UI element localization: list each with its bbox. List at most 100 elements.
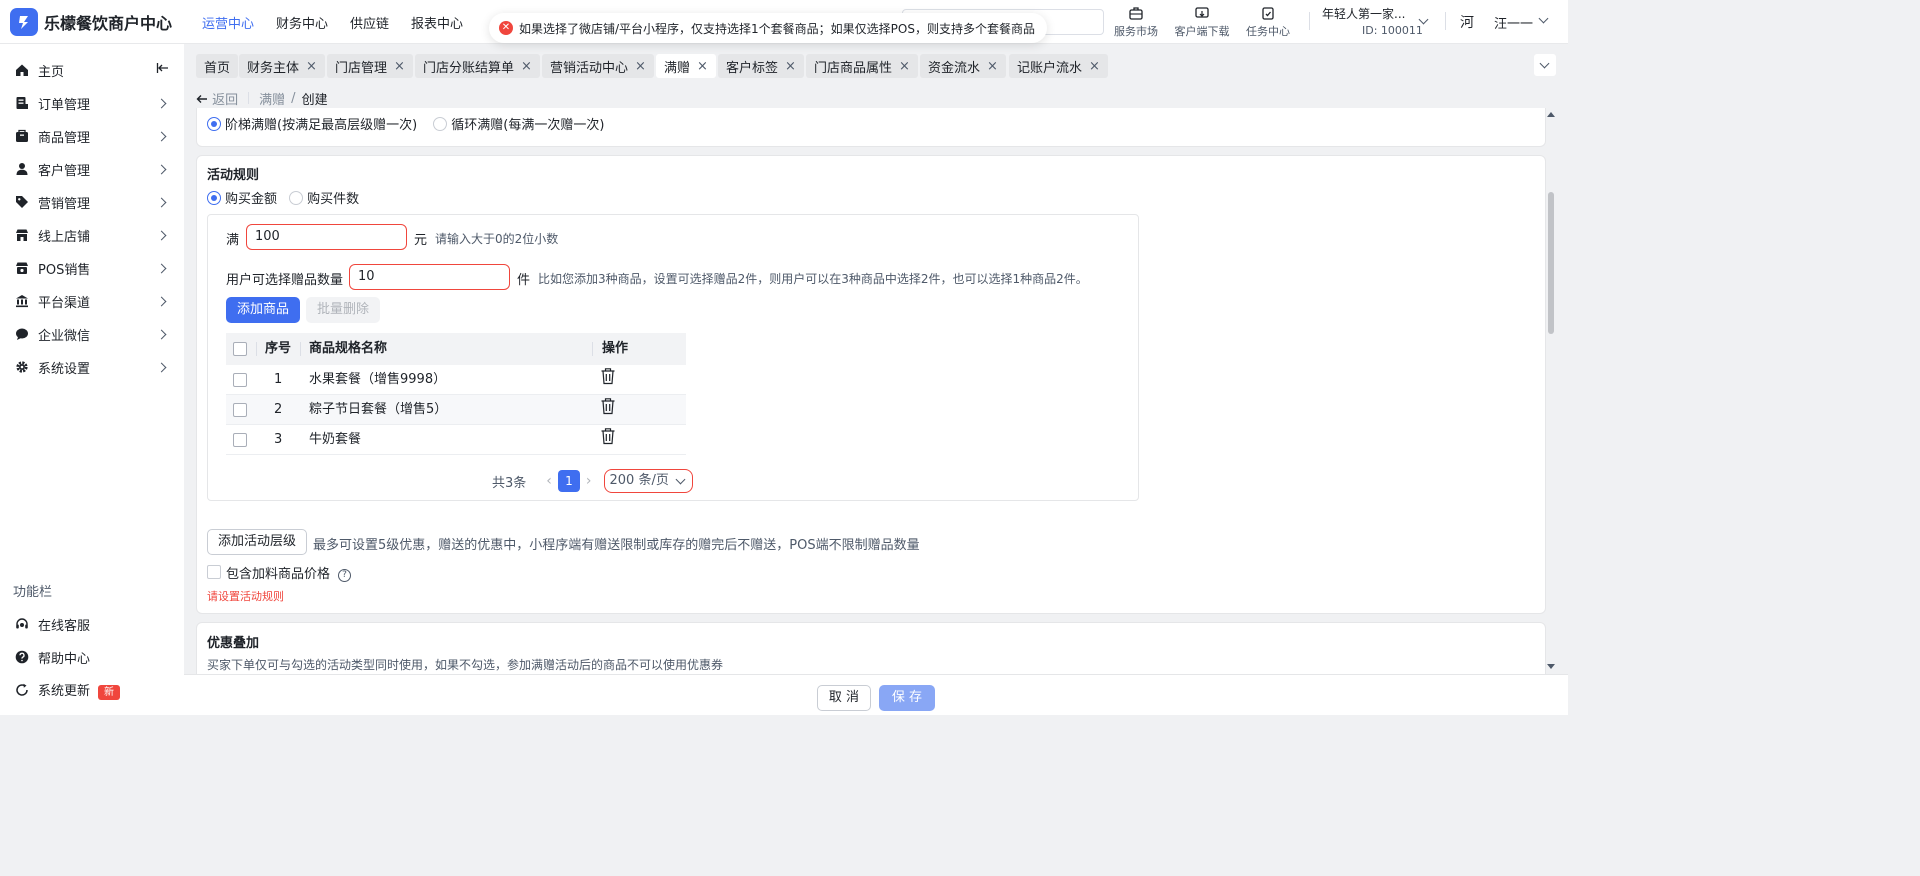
close-icon[interactable]: × bbox=[306, 59, 317, 74]
sidebar-item-help-center[interactable]: 帮助中心 bbox=[0, 643, 184, 671]
row-checkbox[interactable] bbox=[233, 403, 247, 417]
back-button[interactable]: 返回 bbox=[196, 89, 238, 108]
row-checkbox[interactable] bbox=[233, 433, 247, 447]
sidebar-item-system-update[interactable]: 系统更新新 bbox=[0, 676, 184, 704]
pagination-next-button[interactable]: › bbox=[586, 473, 592, 489]
sidebar-item-label: 营销管理 bbox=[38, 196, 91, 212]
tab-finance-entity[interactable]: 财务主体 × bbox=[239, 54, 325, 78]
radio-label: 购买金额 bbox=[225, 192, 278, 207]
row-index: 2 bbox=[274, 402, 283, 417]
headset-icon bbox=[16, 618, 28, 629]
user-icon bbox=[16, 163, 28, 175]
trash-icon[interactable] bbox=[600, 367, 616, 389]
sidebar-item-customers[interactable]: 客户管理 bbox=[0, 155, 184, 183]
tabs-more-button[interactable] bbox=[1534, 54, 1556, 76]
stacking-panel: 优惠叠加 买家下单仅可与勾选的活动类型同时使用，如果不勾选，参加满赠活动后的商品… bbox=[196, 622, 1546, 682]
pagination-prev-button[interactable]: ‹ bbox=[546, 473, 552, 489]
add-goods-button[interactable]: 添加商品 bbox=[226, 297, 301, 323]
threshold-unit: 元 bbox=[414, 233, 428, 248]
radio-purchase-amount[interactable]: 购买金额 bbox=[207, 191, 278, 207]
pagination-total: 共3条 bbox=[492, 475, 527, 491]
back-label: 返回 bbox=[212, 92, 239, 108]
shop-name: 年轻人第一家... bbox=[1322, 7, 1406, 21]
batch-delete-button[interactable]: 批量删除 bbox=[306, 297, 381, 323]
tab-fund-flow[interactable]: 资金流水 × bbox=[920, 54, 1006, 78]
order-icon bbox=[16, 97, 28, 109]
sidebar-item-marketing[interactable]: 营销管理 bbox=[0, 188, 184, 216]
close-icon[interactable]: × bbox=[635, 59, 646, 74]
activity-rules-panel: 活动规则 购买金额 购买件数 满 100 元 请输入大于0的2位小数 用户可选择… bbox=[196, 155, 1546, 614]
trash-icon[interactable] bbox=[600, 397, 616, 419]
tab-label: 首页 bbox=[204, 60, 231, 76]
client-download-button[interactable]: 客户端下载 bbox=[1172, 5, 1232, 39]
add-level-button[interactable]: 添加活动层级 bbox=[207, 529, 308, 555]
sidebar-item-settings[interactable]: 系统设置 bbox=[0, 353, 184, 381]
breadcrumb: 返回 满赠 / 创建 bbox=[196, 89, 328, 108]
arrow-left-icon bbox=[196, 94, 207, 103]
tab-gift-promo[interactable]: 满赠 × bbox=[656, 54, 716, 78]
breadcrumb-parent[interactable]: 满赠 bbox=[259, 89, 285, 108]
close-icon[interactable]: × bbox=[697, 59, 708, 74]
include-addon-label: 包含加料商品价格? bbox=[226, 563, 352, 582]
row-checkbox[interactable] bbox=[233, 373, 247, 387]
close-icon[interactable]: × bbox=[521, 59, 532, 74]
sidebar-item-online-store[interactable]: 线上店铺 bbox=[0, 221, 184, 249]
stacking-desc: 买家下单仅可与勾选的活动类型同时使用，如果不勾选，参加满赠活动后的商品不可以使用… bbox=[207, 658, 724, 672]
gift-qty-input[interactable]: 10 bbox=[349, 264, 510, 290]
top-nav-item-finance[interactable]: 财务中心 bbox=[276, 13, 328, 32]
add-level-hint: 最多可设置5级优惠，赠送的优惠中，小程序端有赠送限制或库存的赠完后不赠送，POS… bbox=[313, 538, 920, 553]
cancel-button[interactable]: 取 消 bbox=[817, 685, 871, 711]
question-circle-icon[interactable]: ? bbox=[338, 569, 352, 582]
radio-purchase-count[interactable]: 购买件数 bbox=[289, 191, 359, 207]
radio-label: 阶梯满赠(按满足最高层级赠一次) bbox=[225, 118, 418, 133]
chevron-down-icon bbox=[1539, 58, 1550, 69]
top-nav: 运营中心 财务中心 供应链 报表中心 bbox=[202, 0, 485, 44]
chevron-down-icon bbox=[1538, 13, 1549, 24]
trash-icon[interactable] bbox=[600, 427, 616, 449]
top-nav-item-supply-chain[interactable]: 供应链 bbox=[350, 13, 389, 32]
sidebar-item-orders[interactable]: 订单管理 bbox=[0, 89, 184, 117]
close-icon[interactable]: × bbox=[987, 59, 998, 74]
tab-marketing-center[interactable]: 营销活动中心 × bbox=[542, 54, 654, 78]
threshold-amount-input[interactable]: 100 bbox=[246, 224, 407, 250]
tab-label: 客户标签 bbox=[726, 60, 779, 76]
radio-cyclic-gift[interactable]: 循环满赠(每满一次赠一次) bbox=[433, 117, 604, 133]
scroll-down-icon[interactable] bbox=[1547, 664, 1555, 669]
collapse-sidebar-icon[interactable] bbox=[156, 61, 170, 79]
close-icon[interactable]: × bbox=[394, 59, 405, 74]
row-index: 1 bbox=[274, 372, 283, 387]
top-nav-item-reports[interactable]: 报表中心 bbox=[411, 13, 463, 32]
top-nav-item-operations[interactable]: 运营中心 bbox=[202, 13, 254, 32]
service-market-button[interactable]: 服务市场 bbox=[1106, 5, 1166, 39]
sidebar-item-wecom[interactable]: 企业微信 bbox=[0, 320, 184, 348]
tab-home[interactable]: 首页 bbox=[196, 54, 239, 78]
radio-tiered-gift[interactable]: 阶梯满赠(按满足最高层级赠一次) bbox=[207, 117, 418, 133]
tab-customer-tags[interactable]: 客户标签 × bbox=[718, 54, 804, 78]
page-scrollbar[interactable] bbox=[1546, 112, 1556, 674]
select-all-checkbox[interactable] bbox=[233, 342, 247, 356]
threshold-hint: 请输入大于0的2位小数 bbox=[435, 232, 559, 246]
pagination-page-1[interactable]: 1 bbox=[557, 470, 580, 492]
sidebar-item-online-service[interactable]: 在线客服 bbox=[0, 610, 184, 638]
page-tabs: 首页 财务主体 × 门店管理 × 门店分账结算单 × 营销活动中心 × 满赠 × 客户标签… bbox=[184, 44, 1568, 88]
close-icon[interactable]: × bbox=[899, 59, 910, 74]
task-center-button[interactable]: 任务中心 bbox=[1238, 5, 1298, 39]
tab-store-management[interactable]: 门店管理 × bbox=[327, 54, 413, 78]
tab-store-settlement[interactable]: 门店分账结算单 × bbox=[415, 54, 540, 78]
include-addon-checkbox[interactable] bbox=[207, 565, 221, 579]
tab-account-flow[interactable]: 记账户流水 × bbox=[1009, 54, 1108, 78]
close-icon[interactable]: × bbox=[1089, 59, 1100, 74]
sidebar-item-goods[interactable]: 商品管理 bbox=[0, 122, 184, 150]
close-icon[interactable]: × bbox=[785, 59, 796, 74]
sidebar-item-home[interactable]: 主页 bbox=[0, 56, 184, 84]
chevron-right-icon bbox=[156, 296, 167, 306]
save-button[interactable]: 保 存 bbox=[879, 685, 935, 711]
brand[interactable]: 乐檬餐饮商户中心 bbox=[10, 8, 172, 36]
sidebar-item-channels[interactable]: 平台渠道 bbox=[0, 287, 184, 315]
scroll-up-icon[interactable] bbox=[1547, 112, 1555, 117]
sidebar-item-pos[interactable]: POS销售 bbox=[0, 254, 184, 282]
gift-qty-unit: 件 bbox=[517, 273, 531, 288]
tab-store-goods-attrs[interactable]: 门店商品属性 × bbox=[806, 54, 918, 78]
page-size-select[interactable]: 200 条/页 bbox=[603, 469, 693, 493]
scrollbar-thumb[interactable] bbox=[1548, 192, 1554, 334]
